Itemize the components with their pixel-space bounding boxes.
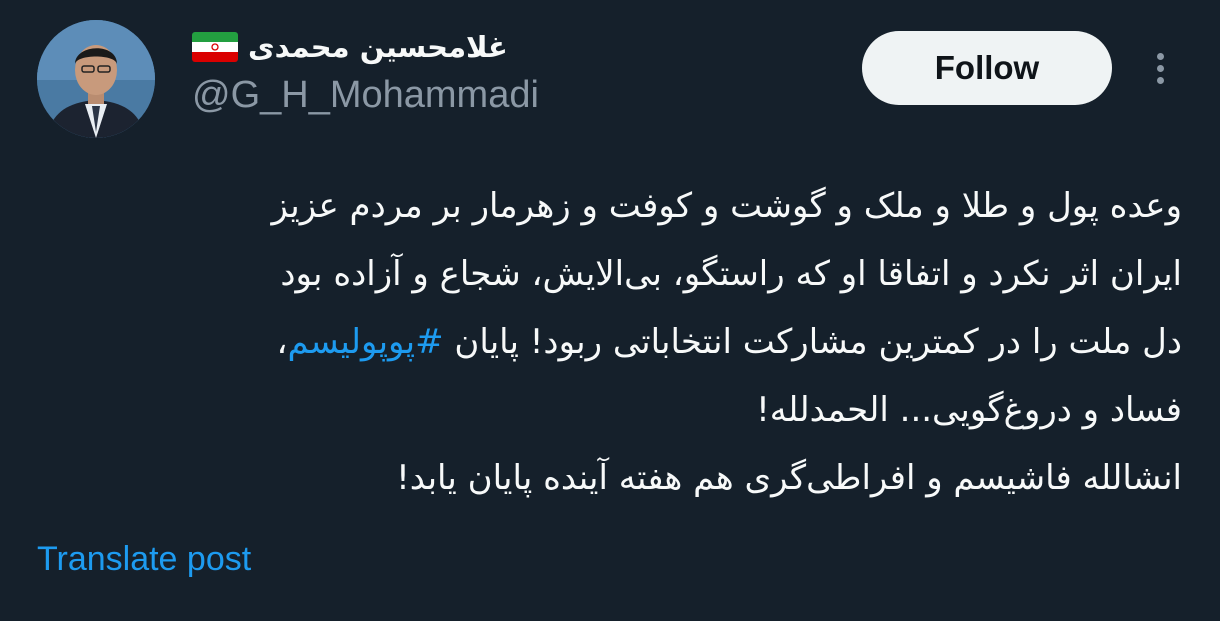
post-line-text: دل ملت را در کمترین مشارکت انتخاباتی ربو… — [443, 322, 1182, 362]
more-vertical-icon[interactable] — [1140, 44, 1180, 92]
post-line: دل ملت را در کمترین مشارکت انتخاباتی ربو… — [42, 308, 1182, 376]
author-info: غلامحسین محمدی @G_H_Mohammadi — [192, 24, 539, 117]
follow-button[interactable]: Follow — [862, 31, 1112, 105]
post-line: فساد و دروغ‌گویی... الحمدلله! — [756, 390, 1182, 430]
post-line: ایران اثر نکرد و اتفاقا او که راستگو، بی… — [280, 254, 1182, 294]
author-display-name[interactable]: غلامحسین محمدی — [248, 30, 508, 64]
author-handle[interactable]: @G_H_Mohammadi — [192, 74, 539, 117]
post-text: وعده پول و طلا و ملک و گوشت و کوفت و زهر… — [42, 172, 1182, 512]
avatar[interactable] — [37, 20, 155, 138]
iran-flag-icon — [192, 32, 238, 62]
post-line: انشالله فاشیسم و افراطی‌گری هم هفته آیند… — [396, 458, 1182, 498]
translate-post-link[interactable]: Translate post — [37, 540, 251, 579]
post-line: وعده پول و طلا و ملک و گوشت و کوفت و زهر… — [271, 186, 1182, 226]
hashtag-link[interactable]: #پوپولیسم — [287, 322, 443, 362]
post-card: غلامحسین محمدی @G_H_Mohammadi Follow وعد… — [0, 0, 1220, 621]
author-name-row[interactable]: غلامحسین محمدی — [192, 24, 539, 70]
post-line-punctuation: ، — [276, 322, 288, 362]
